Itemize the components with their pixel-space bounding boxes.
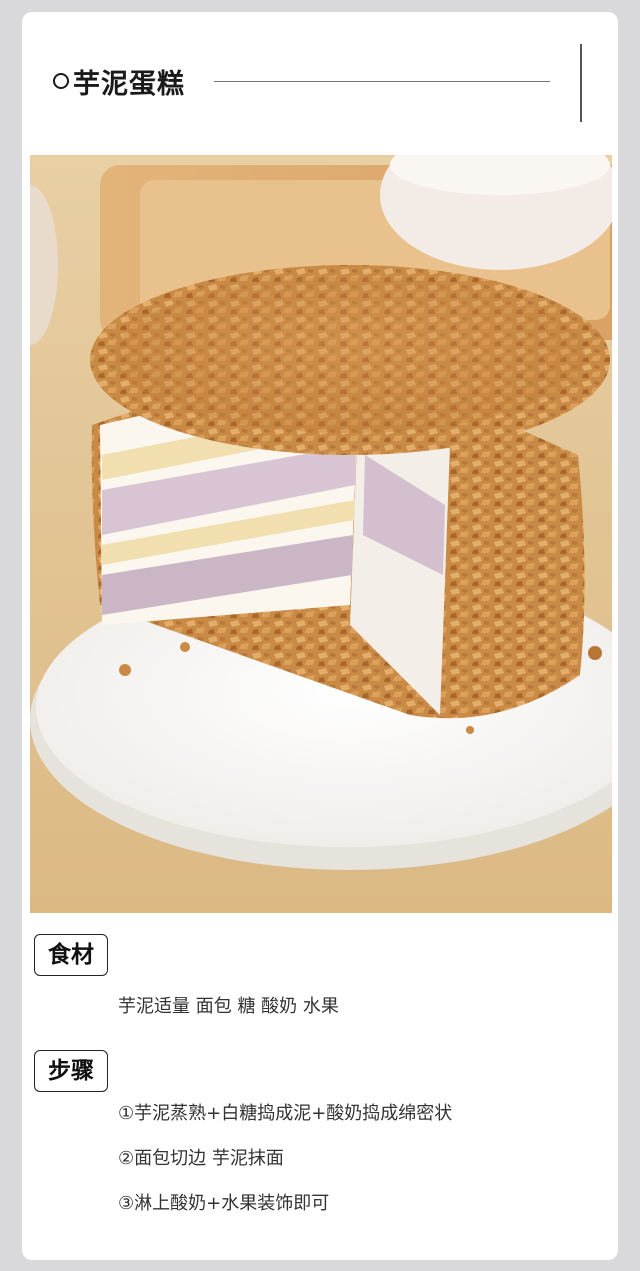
step-item: ②面包切边 芋泥抹面 bbox=[118, 1148, 284, 1169]
recipe-card: 芋泥蛋糕 食材 芋泥适量 面包 糖 酸奶 水果 步骤 ①芋泥蒸熟+白糖捣成泥+酸… bbox=[22, 12, 618, 1260]
ingredients-list: 芋泥适量 面包 糖 酸奶 水果 bbox=[118, 996, 339, 1017]
step-item: ①芋泥蒸熟+白糖捣成泥+酸奶捣成绵密状 bbox=[118, 1103, 453, 1124]
steps-heading: 步骤 bbox=[34, 1050, 108, 1092]
ingredients-heading: 食材 bbox=[34, 934, 108, 976]
title-vertical-bar bbox=[580, 44, 582, 122]
title-row: 芋泥蛋糕 bbox=[22, 12, 618, 152]
title-divider bbox=[214, 81, 550, 82]
page-title: 芋泥蛋糕 bbox=[73, 69, 185, 100]
circle-icon bbox=[53, 73, 69, 89]
steps-list: ①芋泥蒸熟+白糖捣成泥+酸奶捣成绵密状 ②面包切边 芋泥抹面 ③淋上酸奶+水果装… bbox=[118, 1100, 452, 1235]
cake-photo bbox=[30, 155, 612, 913]
step-item: ③淋上酸奶+水果装饰即可 bbox=[118, 1193, 330, 1214]
